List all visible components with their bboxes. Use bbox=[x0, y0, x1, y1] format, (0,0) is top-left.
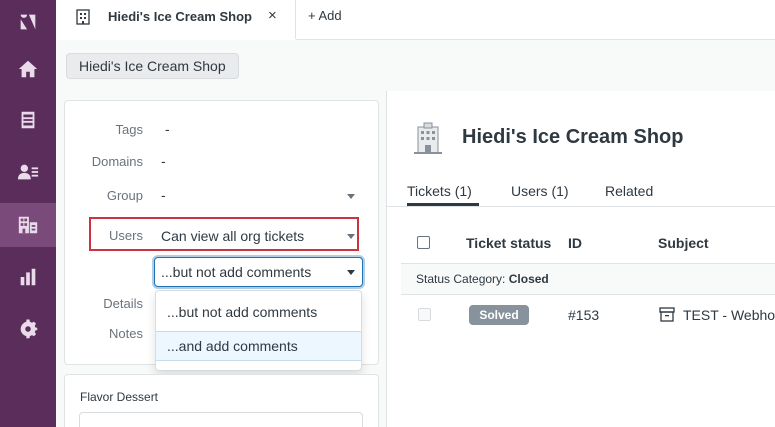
tabs-divider bbox=[387, 206, 775, 207]
comment-permission-select[interactable]: ...but not add comments bbox=[154, 257, 363, 287]
org-title: Hiedi's Ice Cream Shop bbox=[462, 126, 684, 148]
status-badge: Solved bbox=[469, 305, 529, 325]
building-icon bbox=[76, 9, 90, 25]
option-and-add-comments[interactable]: ...and add comments bbox=[156, 331, 361, 361]
archive-icon bbox=[659, 307, 675, 322]
tab-bar: Hiedi's Ice Cream Shop × + Add bbox=[56, 0, 775, 40]
column-subject[interactable]: Subject bbox=[658, 235, 709, 251]
organizations-icon[interactable] bbox=[0, 203, 56, 247]
users-label: Users bbox=[109, 228, 143, 243]
users-select[interactable]: Can view all org tickets bbox=[161, 228, 304, 244]
active-tab-indicator bbox=[407, 203, 479, 206]
chevron-down-icon bbox=[347, 194, 355, 199]
ticket-id[interactable]: #153 bbox=[568, 307, 599, 323]
close-icon[interactable]: × bbox=[268, 7, 277, 24]
group-select[interactable]: - bbox=[161, 187, 166, 203]
group-label: Group bbox=[106, 188, 143, 203]
notes-label: Notes bbox=[109, 326, 143, 341]
add-tab-button[interactable]: + Add bbox=[308, 8, 342, 23]
column-ticket-status[interactable]: Ticket status bbox=[466, 235, 551, 251]
tab-tickets[interactable]: Tickets (1) bbox=[407, 183, 472, 199]
ticket-subject[interactable]: TEST - Webhook bbox=[683, 307, 775, 323]
option-but-not-add-comments[interactable]: ...but not add comments bbox=[156, 298, 361, 328]
tab-related[interactable]: Related bbox=[605, 183, 653, 199]
home-icon[interactable] bbox=[0, 47, 56, 91]
reporting-icon[interactable] bbox=[0, 255, 56, 299]
chevron-down-icon bbox=[347, 234, 355, 239]
domains-label: Domains bbox=[91, 154, 143, 169]
admin-gear-icon[interactable] bbox=[0, 307, 56, 351]
left-nav bbox=[0, 0, 56, 427]
status-group-label: Status Category: Closed bbox=[416, 272, 549, 286]
tab-users[interactable]: Users (1) bbox=[511, 183, 569, 199]
org-tab[interactable]: Hiedi's Ice Cream Shop × bbox=[56, 0, 296, 40]
tags-value[interactable]: - bbox=[165, 121, 170, 137]
flavor-dessert-input[interactable] bbox=[79, 412, 363, 427]
views-icon[interactable] bbox=[0, 98, 56, 142]
domains-value[interactable]: - bbox=[161, 153, 166, 169]
tab-title: Hiedi's Ice Cream Shop bbox=[108, 9, 252, 24]
details-label: Details bbox=[103, 296, 143, 311]
org-breadcrumb-chip[interactable]: Hiedi's Ice Cream Shop bbox=[66, 53, 239, 79]
customers-icon[interactable] bbox=[0, 150, 56, 194]
comment-permission-value: ...but not add comments bbox=[161, 264, 312, 280]
select-all-checkbox[interactable] bbox=[417, 236, 430, 249]
chevron-down-icon bbox=[347, 270, 355, 275]
tags-label: Tags bbox=[115, 122, 143, 137]
row-checkbox[interactable] bbox=[418, 308, 431, 321]
flavor-dessert-label: Flavor Dessert bbox=[80, 390, 159, 404]
zendesk-logo-icon[interactable] bbox=[0, 0, 56, 44]
organization-avatar-icon bbox=[414, 122, 442, 154]
comment-permission-dropdown: ...but not add comments ...and add comme… bbox=[155, 290, 362, 371]
column-id[interactable]: ID bbox=[568, 235, 582, 251]
